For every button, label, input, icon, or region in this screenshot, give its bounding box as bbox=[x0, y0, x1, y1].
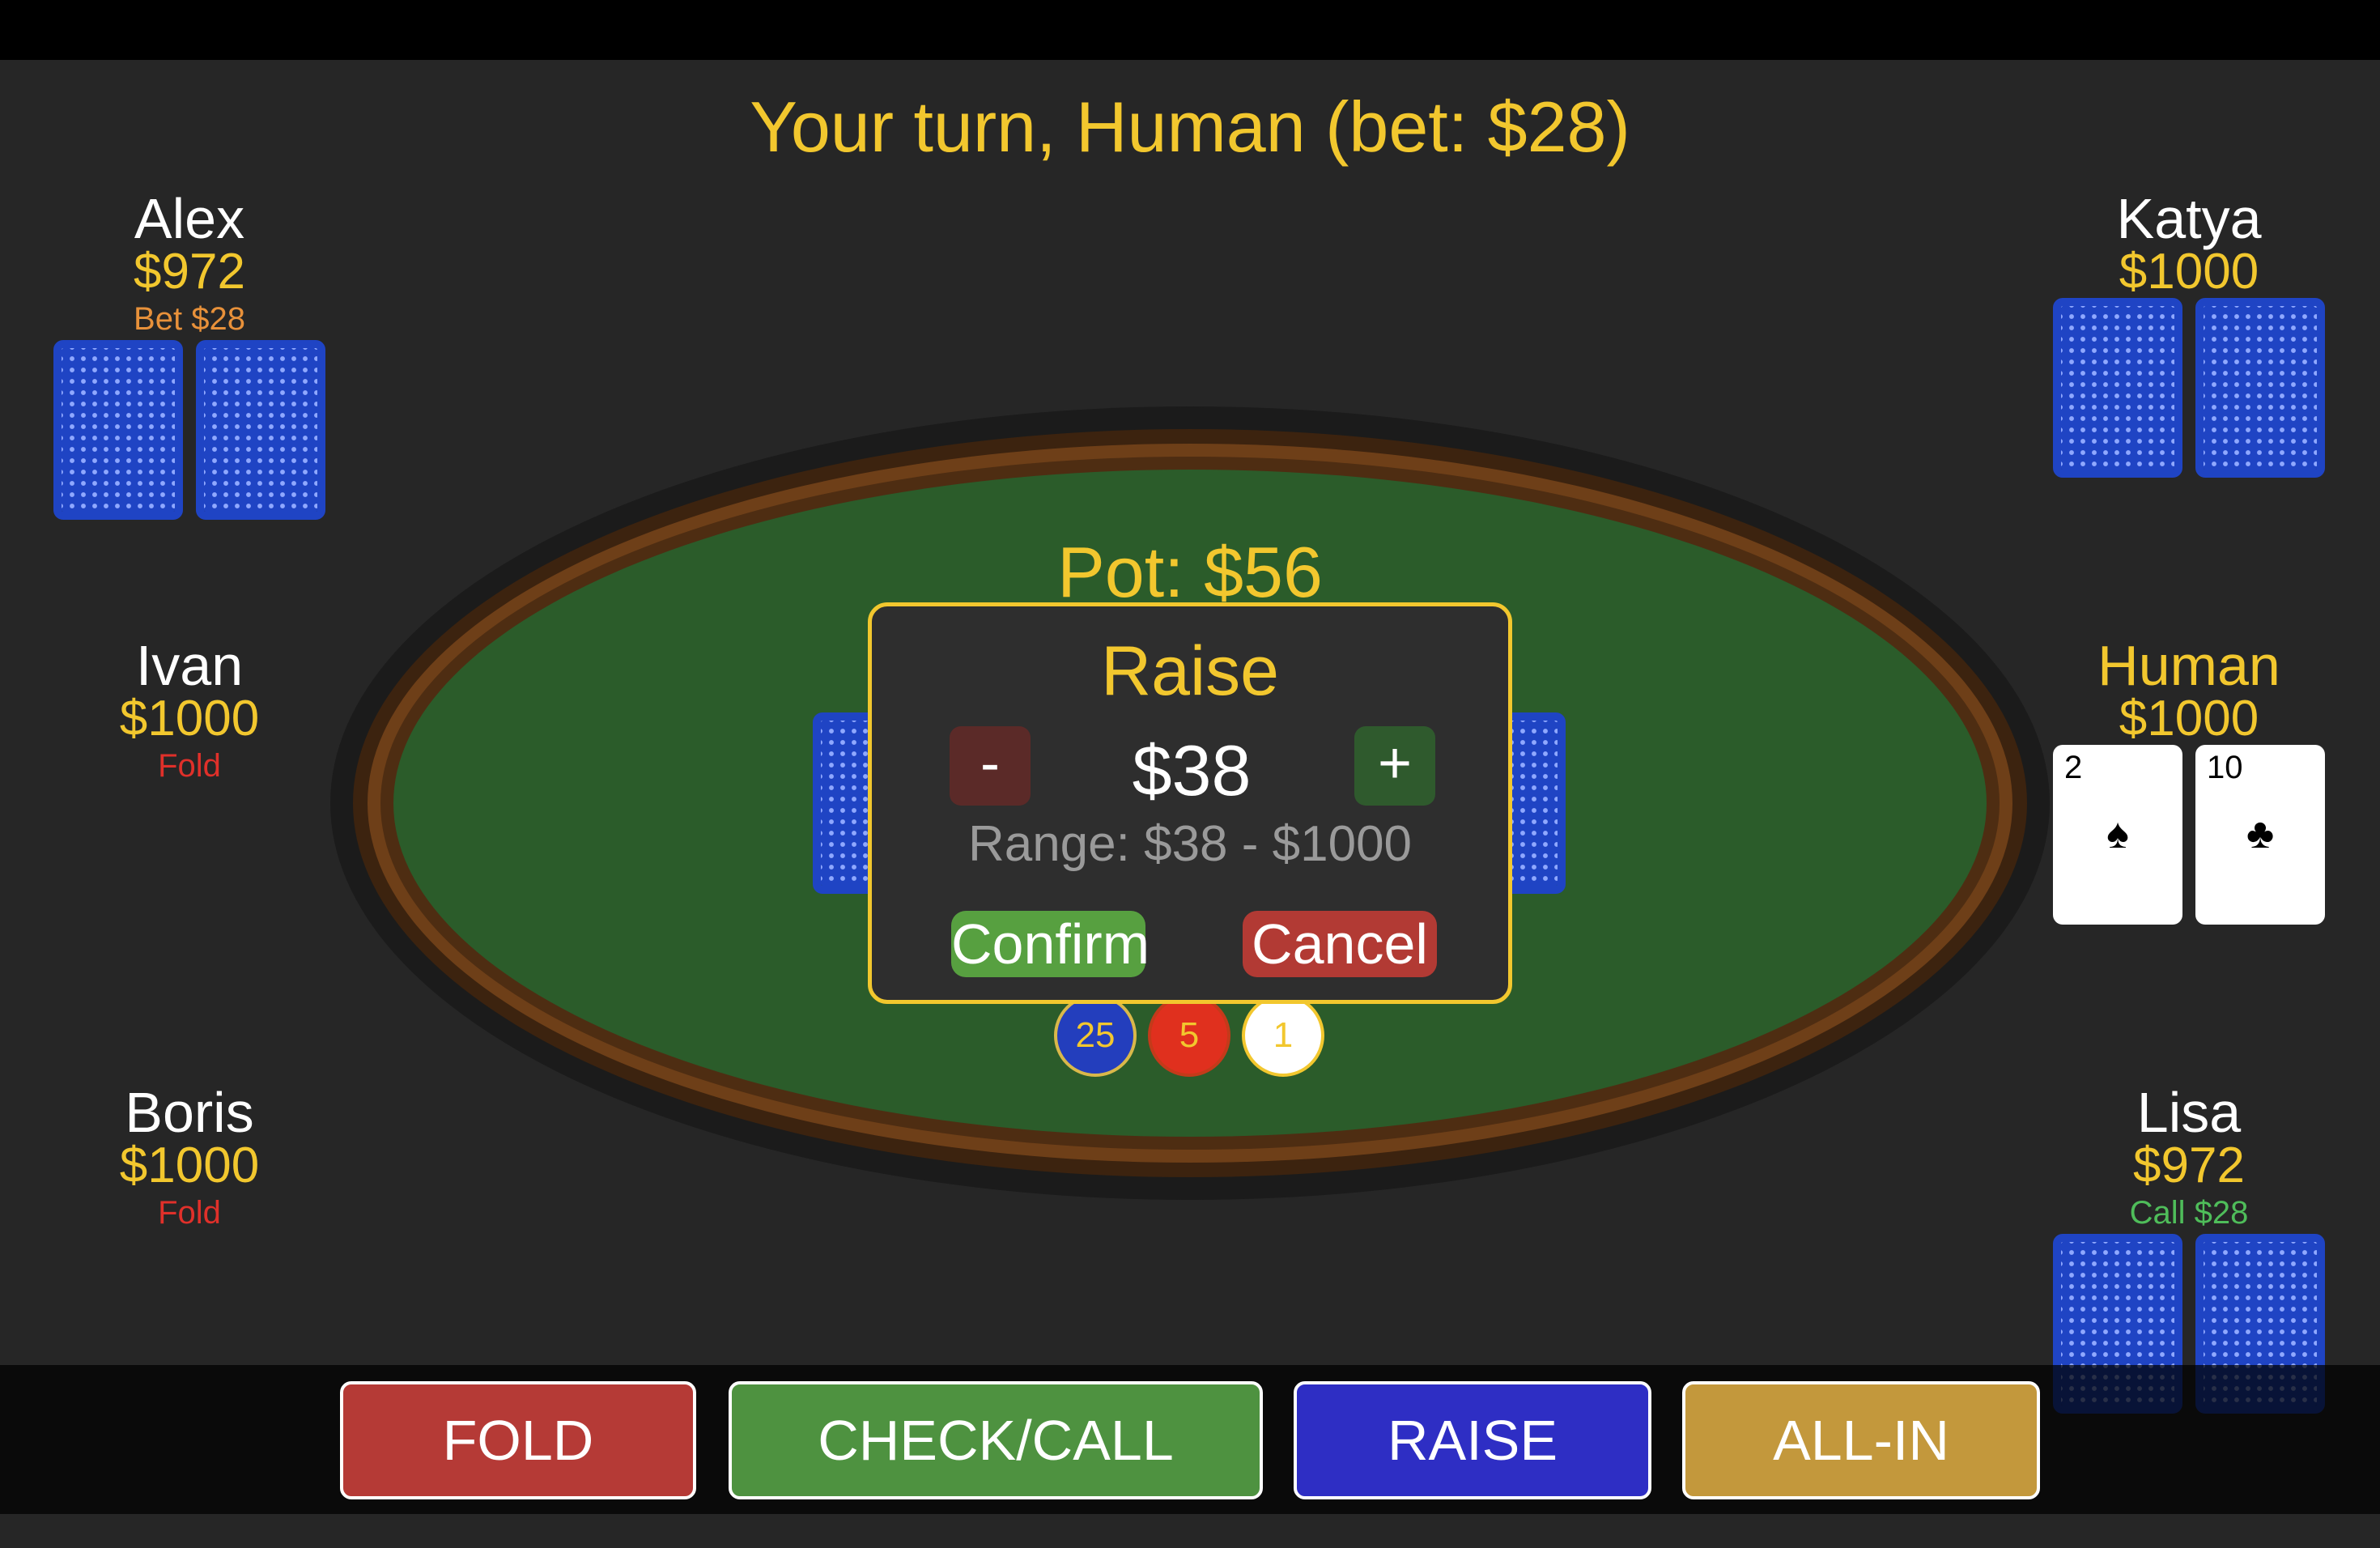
card-rank: 10 bbox=[2207, 750, 2243, 785]
player-status: Bet $28 bbox=[134, 301, 245, 337]
player-chips: $972 bbox=[2133, 1138, 2245, 1193]
cancel-button[interactable]: Cancel bbox=[1243, 911, 1437, 977]
raise-button[interactable]: RAISE bbox=[1294, 1381, 1651, 1499]
turn-indicator: Your turn, Human (bet: $28) bbox=[750, 87, 1630, 167]
player-alex: Alex $972 Bet $28 bbox=[52, 189, 327, 342]
dialog-title: Raise bbox=[1101, 632, 1279, 710]
player-ivan: Ivan $1000 Fold bbox=[52, 636, 327, 789]
card-back bbox=[196, 340, 325, 520]
player-human: Human $1000 bbox=[2051, 634, 2327, 746]
player-name: Boris bbox=[125, 1081, 254, 1144]
hole-card: 10 ♣ bbox=[2195, 745, 2325, 925]
player-chips: $1000 bbox=[119, 1138, 260, 1193]
chip-25: 25 bbox=[1054, 994, 1137, 1077]
player-lisa: Lisa $972 Call $28 bbox=[2051, 1083, 2327, 1235]
player-name: Lisa bbox=[2136, 1081, 2242, 1144]
player-chips: $1000 bbox=[119, 691, 260, 746]
card-back bbox=[2053, 298, 2182, 478]
player-status: Fold bbox=[158, 1195, 221, 1231]
player-boris: Boris $1000 Fold bbox=[52, 1083, 327, 1235]
player-katya: Katya $1000 bbox=[2051, 187, 2327, 300]
hole-card: 2 ♠ bbox=[2053, 745, 2182, 925]
card-back bbox=[2195, 298, 2325, 478]
bottom-band bbox=[0, 1514, 2380, 1548]
decrease-raise-button[interactable]: - bbox=[950, 726, 1031, 806]
player-name: Alex bbox=[134, 187, 245, 250]
player-name: Human bbox=[2097, 634, 2280, 697]
raise-amount: $38 bbox=[1132, 730, 1252, 810]
chip-1: 1 bbox=[1242, 994, 1324, 1077]
spade-icon: ♠ bbox=[2106, 810, 2129, 857]
chip-5: 5 bbox=[1148, 994, 1230, 1077]
player-status: Call $28 bbox=[2129, 1195, 2249, 1231]
card-back bbox=[53, 340, 183, 520]
fold-button[interactable]: FOLD bbox=[340, 1381, 696, 1499]
raise-dialog: Raise - $38 + Range: $38 - $1000 Confirm… bbox=[868, 602, 1512, 1004]
raise-range: Range: $38 - $1000 bbox=[967, 816, 1413, 872]
confirm-button[interactable]: Confirm bbox=[951, 911, 1150, 977]
player-status: Fold bbox=[158, 748, 221, 784]
player-name: Katya bbox=[2116, 187, 2262, 250]
player-chips: $1000 bbox=[2119, 691, 2259, 746]
all-in-button[interactable]: ALL-IN bbox=[1682, 1381, 2040, 1499]
check-call-button[interactable]: CHECK/CALL bbox=[729, 1381, 1263, 1499]
increase-raise-button[interactable]: + bbox=[1354, 726, 1435, 806]
card-rank: 2 bbox=[2064, 750, 2083, 785]
player-chips: $1000 bbox=[2119, 244, 2259, 300]
action-bar: FOLD CHECK/CALL RAISE ALL-IN bbox=[0, 1365, 2380, 1514]
player-name: Ivan bbox=[135, 634, 244, 697]
top-bar bbox=[0, 0, 2380, 60]
player-chips: $972 bbox=[134, 244, 245, 300]
club-icon: ♣ bbox=[2246, 810, 2275, 857]
